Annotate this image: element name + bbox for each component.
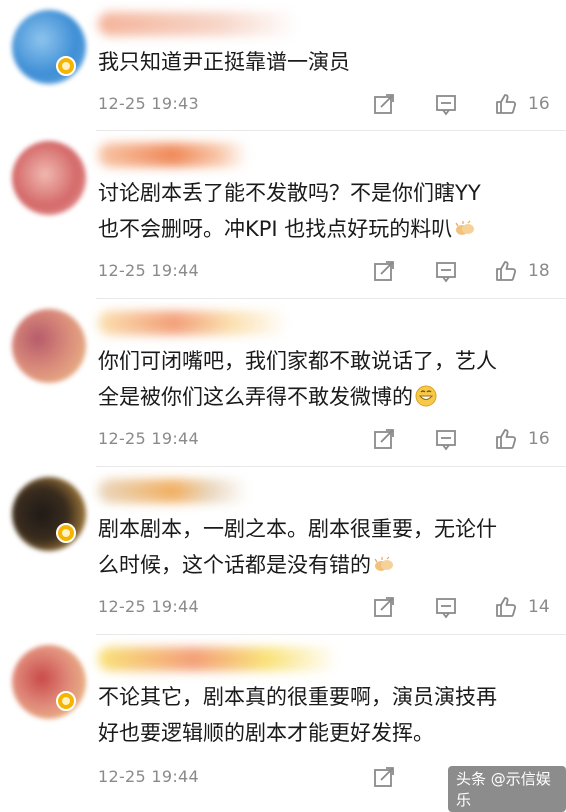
comment-text-line: 你们可闭嘴吧，我们家都不敢说话了，艺人 bbox=[98, 349, 497, 373]
praying-hands-emoji-icon bbox=[374, 556, 393, 571]
comment-text-line: 也不会删呀。冲KPI 也找点好玩的料叭 bbox=[98, 217, 453, 241]
like-count: 16 bbox=[528, 94, 550, 114]
comment-text: 剧本剧本，一剧之本。剧本很重要，无论什 么时候，这个话都是没有错的 bbox=[98, 511, 556, 583]
timestamp: 12-25 19:44 bbox=[98, 767, 199, 786]
verified-badge-icon bbox=[56, 523, 76, 543]
like-count: 14 bbox=[528, 597, 550, 617]
username[interactable] bbox=[98, 143, 248, 167]
like-count: 16 bbox=[528, 429, 550, 449]
comment-icon[interactable] bbox=[434, 259, 458, 283]
username[interactable] bbox=[98, 311, 288, 335]
comment-item: 剧本剧本，一剧之本。剧本很重要，无论什 么时候，这个话都是没有错的 12-25 … bbox=[0, 467, 566, 633]
comment-text: 不论其它，剧本真的很重要啊，演员演技再 好也要逻辑顺的剧本才能更好发挥。 bbox=[98, 679, 556, 751]
share-icon[interactable] bbox=[372, 765, 396, 789]
avatar[interactable] bbox=[12, 141, 86, 215]
comment-text-line: 好也要逻辑顺的剧本才能更好发挥。 bbox=[98, 721, 434, 745]
comment-icon[interactable] bbox=[434, 92, 458, 116]
thumbs-up-icon[interactable] bbox=[494, 427, 518, 451]
avatar[interactable] bbox=[12, 309, 86, 383]
comment-meta: 12-25 19:44 16 bbox=[98, 427, 558, 453]
comment-item: 讨论剧本丢了能不发散吗？不是你们瞎YY 也不会删呀。冲KPI 也找点好玩的料叭 … bbox=[0, 131, 566, 297]
comment-item: 我只知道尹正挺靠谱一演员 12-25 19:43 16 bbox=[0, 0, 566, 130]
timestamp: 12-25 19:43 bbox=[98, 94, 199, 113]
username[interactable] bbox=[98, 647, 338, 671]
thumbs-up-icon[interactable] bbox=[494, 92, 518, 116]
comment-text-line: 剧本剧本，一剧之本。剧本很重要，无论什 bbox=[98, 517, 497, 541]
comment-text: 讨论剧本丢了能不发散吗？不是你们瞎YY 也不会删呀。冲KPI 也找点好玩的料叭 bbox=[98, 175, 556, 247]
verified-badge-icon bbox=[56, 56, 76, 76]
comment-text: 我只知道尹正挺靠谱一演员 bbox=[98, 44, 556, 80]
comment-item: 你们可闭嘴吧，我们家都不敢说话了，艺人 全是被你们这么弄得不敢发微博的 12-2… bbox=[0, 299, 566, 465]
source-watermark: 头条 @示信娱乐 bbox=[448, 766, 566, 812]
verified-badge-icon bbox=[56, 691, 76, 711]
username[interactable] bbox=[98, 479, 248, 503]
comment-text-line: 不论其它，剧本真的很重要啊，演员演技再 bbox=[98, 685, 497, 709]
comment-meta: 12-25 19:43 16 bbox=[98, 92, 558, 118]
timestamp: 12-25 19:44 bbox=[98, 261, 199, 280]
share-icon[interactable] bbox=[372, 427, 396, 451]
comment-text-line: 么时候，这个话都是没有错的 bbox=[98, 553, 371, 577]
username[interactable] bbox=[98, 12, 298, 36]
timestamp: 12-25 19:44 bbox=[98, 597, 199, 616]
share-icon[interactable] bbox=[372, 595, 396, 619]
avatar[interactable] bbox=[12, 477, 86, 551]
comment-text-line: 我只知道尹正挺靠谱一演员 bbox=[98, 50, 350, 74]
praying-hands-emoji-icon bbox=[455, 220, 475, 235]
avatar[interactable] bbox=[12, 645, 86, 719]
comment-meta: 12-25 19:44 18 bbox=[98, 259, 558, 285]
comment-icon[interactable] bbox=[434, 427, 458, 451]
thumbs-up-icon[interactable] bbox=[494, 259, 518, 283]
comment-text-line: 全是被你们这么弄得不敢发微博的 bbox=[98, 385, 413, 409]
timestamp: 12-25 19:44 bbox=[98, 429, 199, 448]
like-count: 18 bbox=[528, 261, 550, 281]
share-icon[interactable] bbox=[372, 92, 396, 116]
avatar[interactable] bbox=[12, 10, 86, 84]
comment-text-line: 讨论剧本丢了能不发散吗？不是你们瞎YY bbox=[98, 181, 481, 205]
share-icon[interactable] bbox=[372, 259, 396, 283]
comment-icon[interactable] bbox=[434, 595, 458, 619]
comment-text: 你们可闭嘴吧，我们家都不敢说话了，艺人 全是被你们这么弄得不敢发微博的 bbox=[98, 343, 556, 415]
comment-meta: 12-25 19:44 14 bbox=[98, 595, 558, 621]
grin-emoji-icon bbox=[415, 385, 437, 407]
thumbs-up-icon[interactable] bbox=[494, 595, 518, 619]
